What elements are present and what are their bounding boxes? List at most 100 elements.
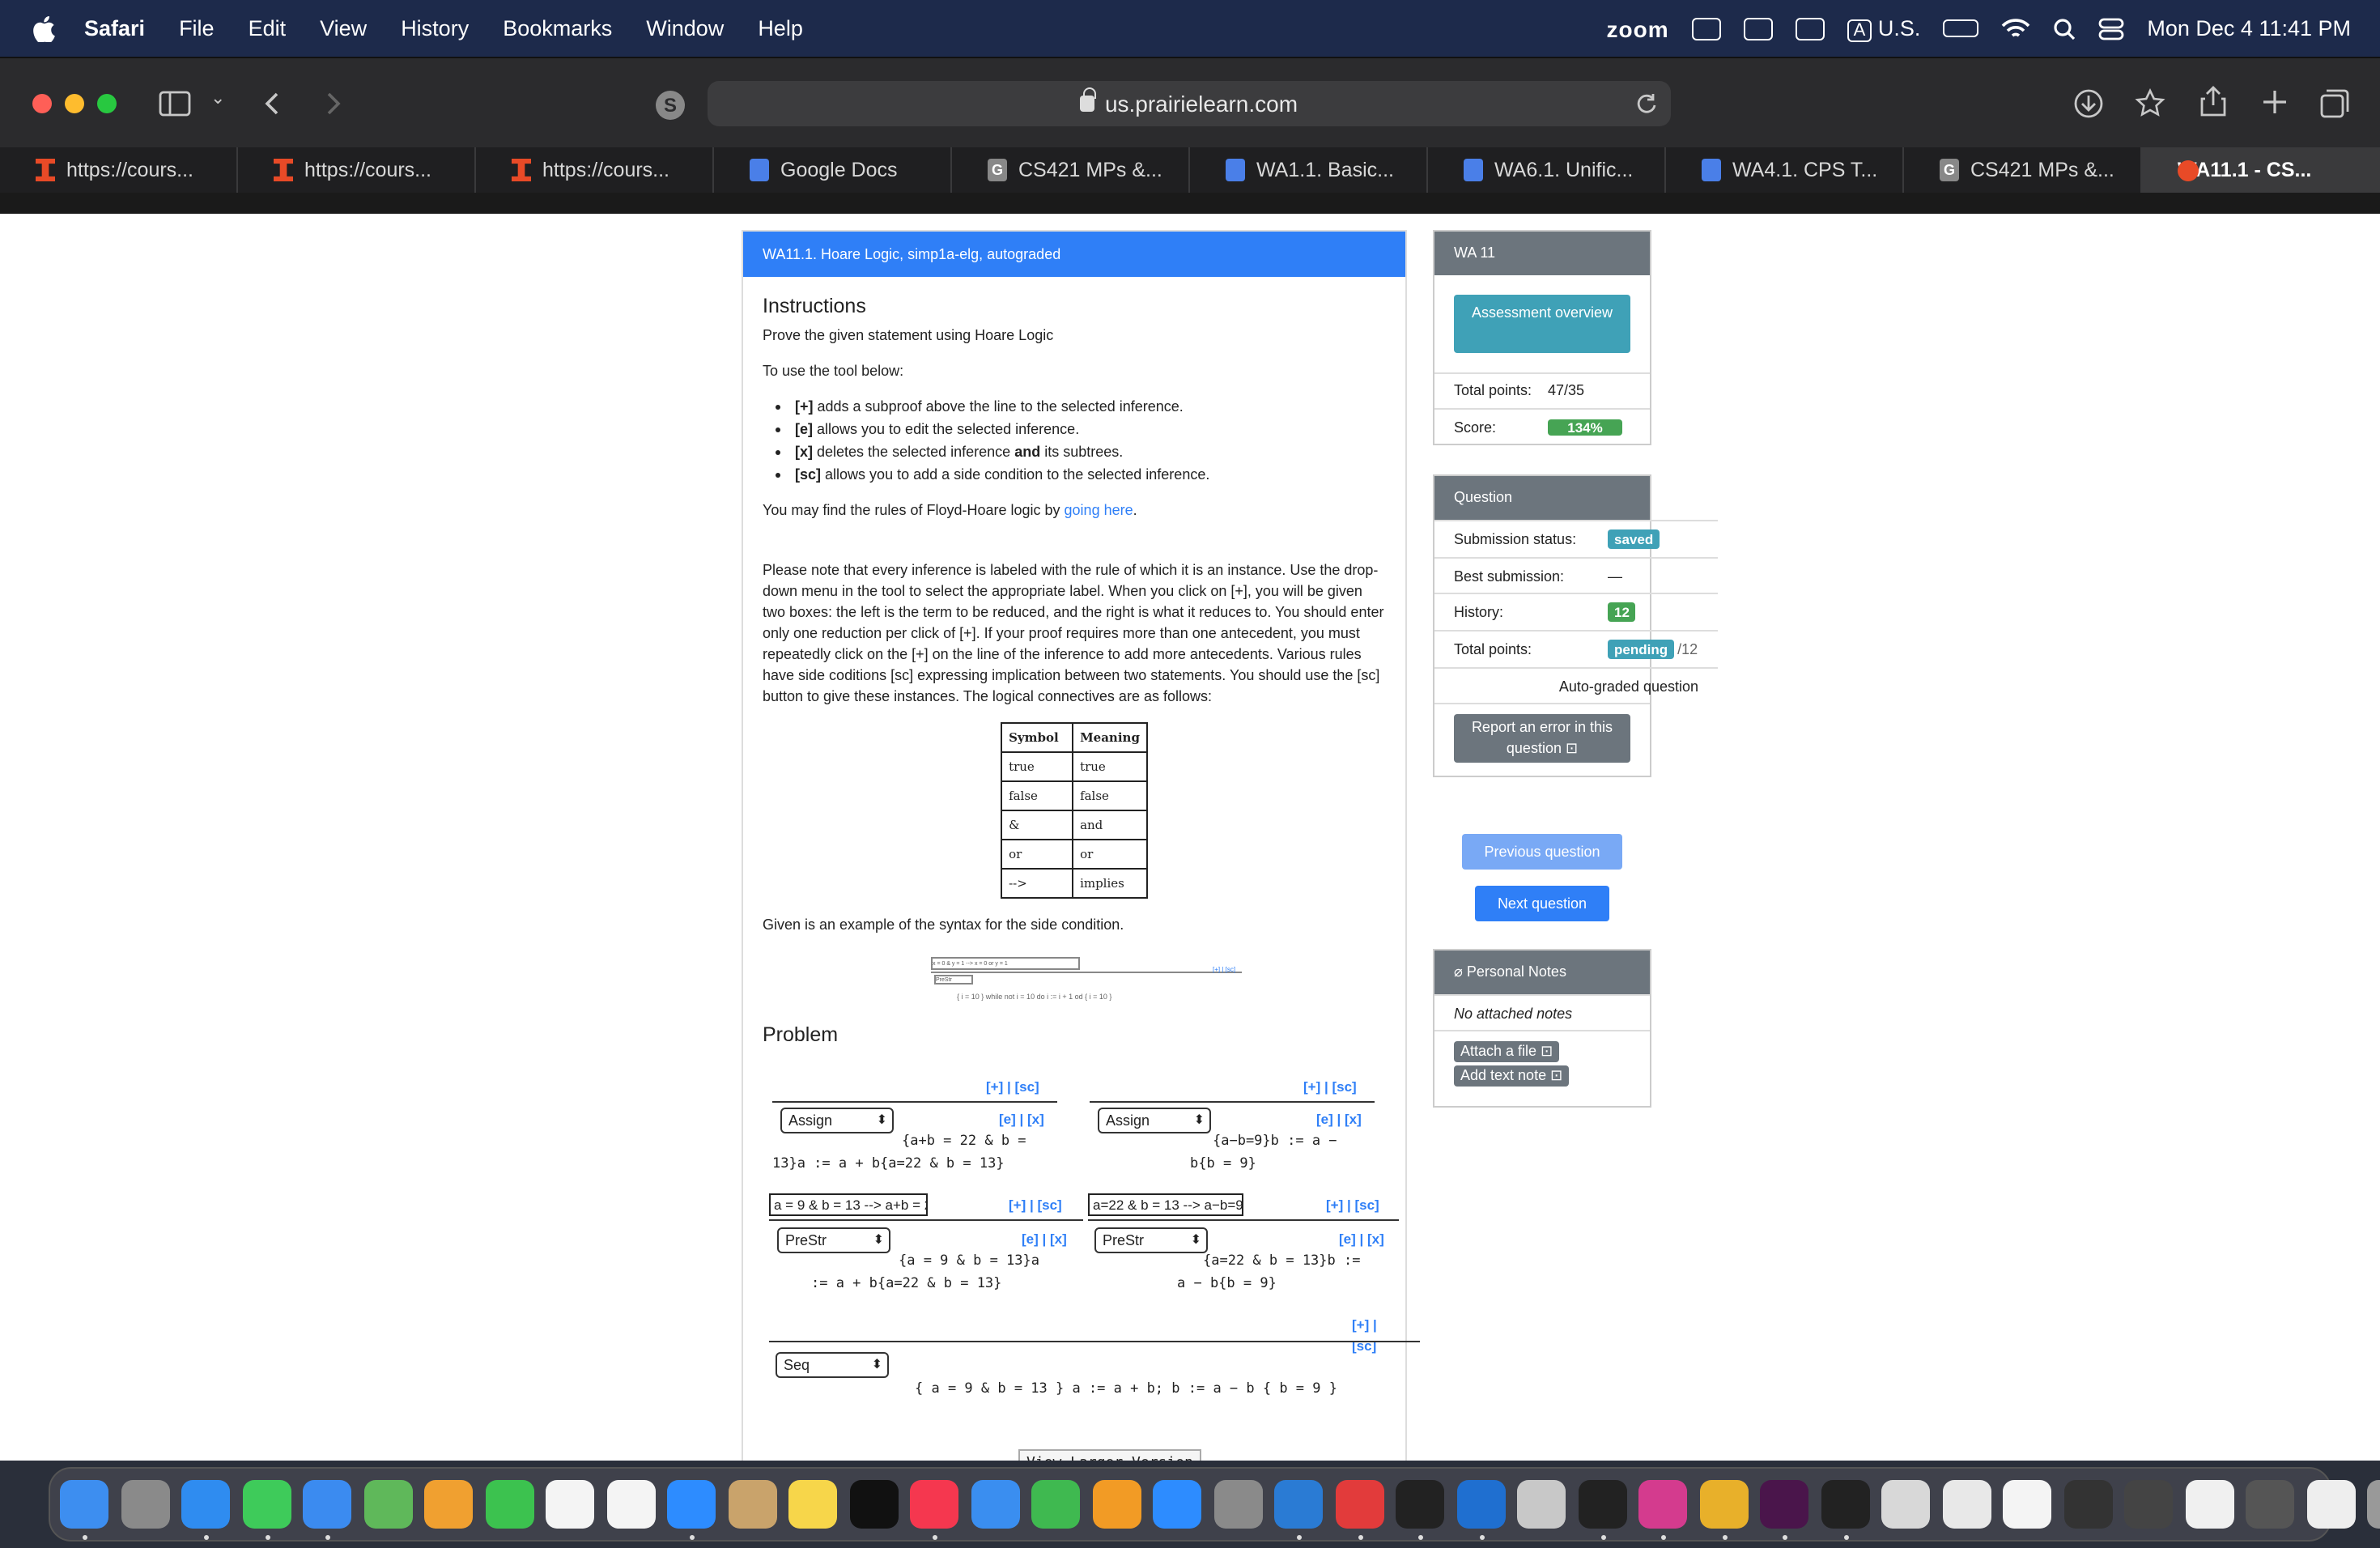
browser-tab[interactable]: WA4.1. CPS T... bbox=[1666, 147, 1904, 193]
spotlight-search-icon[interactable] bbox=[2053, 17, 2076, 40]
edit-delete-links[interactable]: [e] | [x] bbox=[1339, 1229, 1384, 1250]
browser-tab[interactable]: WA1.1. Basic... bbox=[1190, 147, 1428, 193]
window-thumb-icon[interactable] bbox=[1881, 1480, 1930, 1529]
history-badge[interactable]: 12 bbox=[1608, 602, 1636, 622]
calendar-icon[interactable] bbox=[546, 1480, 594, 1529]
attach-file-button[interactable]: Attach a file ⊡ bbox=[1454, 1041, 1560, 1062]
trash-icon[interactable] bbox=[2367, 1480, 2380, 1529]
close-window-button[interactable] bbox=[32, 94, 52, 113]
browser-tab[interactable]: https://cours... bbox=[238, 147, 476, 193]
side-condition-input[interactable]: a = 9 & b = 13 --> a+b = 22 & b = 13 bbox=[769, 1193, 928, 1216]
window-thumb-icon[interactable] bbox=[2185, 1480, 2233, 1529]
iterm-icon[interactable] bbox=[1578, 1480, 1626, 1529]
report-error-button[interactable]: Report an error in this question ⊡ bbox=[1454, 714, 1630, 763]
reload-icon[interactable] bbox=[1635, 92, 1658, 115]
facetime-icon[interactable] bbox=[485, 1480, 533, 1529]
app-store-icon[interactable] bbox=[1153, 1480, 1201, 1529]
activity-monitor-icon[interactable] bbox=[1821, 1480, 1869, 1529]
outlook-icon[interactable] bbox=[1743, 17, 1773, 40]
maps-icon[interactable] bbox=[363, 1480, 412, 1529]
menu-window[interactable]: Window bbox=[646, 16, 724, 40]
speedcrunch-icon[interactable] bbox=[1335, 1480, 1383, 1529]
outlook-icon[interactable] bbox=[1456, 1480, 1505, 1529]
pages-icon[interactable] bbox=[1092, 1480, 1141, 1529]
rule-select[interactable]: Seq bbox=[776, 1352, 889, 1378]
notes-icon[interactable] bbox=[788, 1480, 837, 1529]
contacts-icon[interactable] bbox=[728, 1480, 776, 1529]
side-condition-input[interactable]: a=22 & b = 13 --> a−b=9 bbox=[1088, 1193, 1243, 1216]
menu-bookmarks[interactable]: Bookmarks bbox=[503, 16, 612, 40]
terminal-icon[interactable] bbox=[1396, 1480, 1444, 1529]
wifi-icon[interactable] bbox=[2001, 17, 2030, 40]
forward-button[interactable] bbox=[324, 91, 343, 117]
browser-tab[interactable]: G CS421 MPs &... bbox=[1904, 147, 2142, 193]
assessment-overview-button[interactable]: Assessment overview bbox=[1454, 295, 1630, 353]
menu-file[interactable]: File bbox=[179, 16, 215, 40]
edit-delete-links[interactable]: [e] | [x] bbox=[1316, 1109, 1362, 1130]
tab-overview-icon[interactable] bbox=[2318, 87, 2351, 120]
window-thumb-icon[interactable] bbox=[2306, 1480, 2355, 1529]
bookmark-star-icon[interactable] bbox=[2134, 87, 2166, 120]
rule-select[interactable]: Assign bbox=[780, 1108, 894, 1133]
slack-icon[interactable] bbox=[1760, 1480, 1808, 1529]
zoom-icon[interactable] bbox=[667, 1480, 716, 1529]
zoom-window-button[interactable] bbox=[97, 94, 117, 113]
screen-mirroring-icon[interactable] bbox=[1795, 17, 1825, 40]
input-source[interactable]: A U.S. bbox=[1847, 15, 1920, 41]
numbers-icon[interactable] bbox=[1031, 1480, 1080, 1529]
add-subproof-link[interactable]: [+] | [sc] bbox=[1326, 1195, 1379, 1216]
mail-icon[interactable] bbox=[303, 1480, 351, 1529]
window-thumb-icon[interactable] bbox=[1942, 1480, 1991, 1529]
zoom-status-icon[interactable]: zoom bbox=[1607, 15, 1669, 41]
reminders-icon[interactable] bbox=[606, 1480, 655, 1529]
launchpad-icon[interactable] bbox=[121, 1480, 169, 1529]
battery-icon[interactable] bbox=[1943, 19, 1979, 37]
intellij-icon[interactable] bbox=[1638, 1480, 1687, 1529]
sidebar-toggle-icon[interactable] bbox=[159, 91, 191, 117]
add-text-note-button[interactable]: Add text note ⊡ bbox=[1454, 1065, 1570, 1087]
browser-tab[interactable]: G CS421 MPs &... bbox=[952, 147, 1190, 193]
rule-select[interactable]: Assign bbox=[1098, 1108, 1211, 1133]
window-thumb-icon[interactable] bbox=[2124, 1480, 2173, 1529]
apple-icon[interactable] bbox=[32, 15, 55, 41]
meeting-icon[interactable] bbox=[1691, 17, 1721, 40]
messages-icon[interactable] bbox=[242, 1480, 291, 1529]
chevron-down-icon[interactable]: ⌄ bbox=[210, 87, 225, 108]
back-button[interactable] bbox=[262, 91, 282, 117]
add-subproof-link[interactable]: [+] | [sc] bbox=[1352, 1315, 1386, 1357]
download-icon[interactable] bbox=[2072, 87, 2105, 120]
clock[interactable]: Mon Dec 4 11:41 PM bbox=[2147, 16, 2351, 40]
system-settings-icon[interactable] bbox=[1213, 1480, 1262, 1529]
edit-delete-links[interactable]: [e] | [x] bbox=[999, 1109, 1044, 1130]
window-thumb-icon[interactable] bbox=[2063, 1480, 2112, 1529]
previous-question-button[interactable]: Previous question bbox=[1462, 834, 1622, 870]
window-thumb-icon[interactable] bbox=[2246, 1480, 2294, 1529]
photos-icon[interactable] bbox=[424, 1480, 473, 1529]
rule-select[interactable]: PreStr bbox=[777, 1227, 890, 1253]
keynote-icon[interactable] bbox=[971, 1480, 1019, 1529]
tv-icon[interactable] bbox=[849, 1480, 898, 1529]
rule-select[interactable]: PreStr bbox=[1094, 1227, 1208, 1253]
browser-tab[interactable]: https://cours... bbox=[476, 147, 714, 193]
browser-tab[interactable]: https://cours... bbox=[0, 147, 238, 193]
menu-view[interactable]: View bbox=[320, 16, 367, 40]
address-bar[interactable]: us.prairielearn.com bbox=[708, 81, 1671, 126]
menu-edit[interactable]: Edit bbox=[249, 16, 287, 40]
menu-app-name[interactable]: Safari bbox=[84, 16, 145, 40]
control-center-icon[interactable] bbox=[2098, 17, 2124, 40]
window-thumb-icon[interactable] bbox=[2003, 1480, 2051, 1529]
menu-help[interactable]: Help bbox=[758, 16, 803, 40]
chrome-icon[interactable] bbox=[1699, 1480, 1748, 1529]
profile-icon[interactable]: S bbox=[656, 91, 685, 120]
vscode-icon[interactable] bbox=[1274, 1480, 1323, 1529]
add-subproof-link[interactable]: [+] | [sc] bbox=[1009, 1195, 1062, 1216]
next-question-button[interactable]: Next question bbox=[1475, 886, 1609, 921]
edit-delete-links[interactable]: [e] | [x] bbox=[1022, 1229, 1067, 1250]
add-subproof-link[interactable]: [+] | [sc] bbox=[986, 1077, 1039, 1098]
music-icon[interactable] bbox=[910, 1480, 958, 1529]
minimize-window-button[interactable] bbox=[65, 94, 84, 113]
safari-icon[interactable] bbox=[181, 1480, 230, 1529]
proof-tree[interactable]: [+] | [sc] [e] | [x] Assign {a+b = 22 & … bbox=[763, 1054, 1420, 1480]
preview-icon[interactable] bbox=[1517, 1480, 1566, 1529]
new-tab-icon[interactable] bbox=[2260, 87, 2289, 117]
